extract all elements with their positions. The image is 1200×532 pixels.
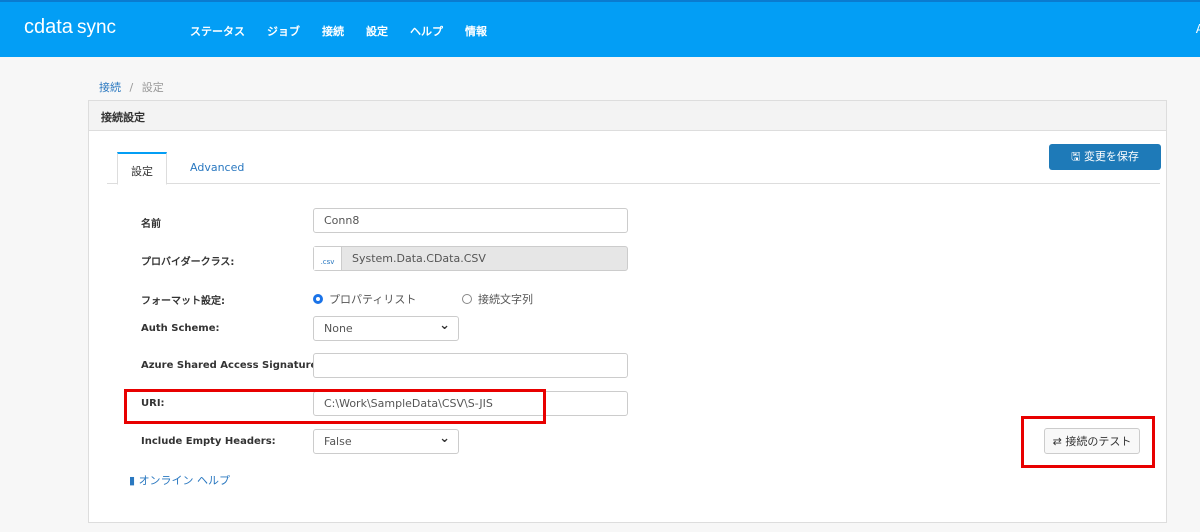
uri-highlight-box	[124, 389, 546, 424]
user-menu[interactable]: A	[1196, 22, 1200, 36]
nav-jobs[interactable]: ジョブ	[267, 23, 300, 39]
nav-info[interactable]: 情報	[465, 23, 487, 39]
nav-status[interactable]: ステータス	[190, 23, 245, 39]
empty-headers-label: Include Empty Headers:	[141, 436, 276, 447]
auth-scheme-select[interactable]: None	[313, 316, 459, 341]
radio-checked-icon	[313, 294, 323, 304]
top-navbar: cdata sync ステータス ジョブ 接続 設定 ヘルプ 情報 A	[0, 0, 1200, 57]
logo[interactable]: cdata sync	[24, 16, 116, 39]
book-icon: ▮	[129, 474, 139, 487]
panel-title: 接続設定	[89, 101, 1166, 131]
nav-settings[interactable]: 設定	[366, 23, 388, 39]
empty-headers-select[interactable]: False	[313, 429, 459, 454]
csv-icon: .csv	[314, 247, 342, 270]
online-help-link[interactable]: ▮ オンライン ヘルプ	[129, 472, 230, 488]
radio-property-list[interactable]: プロパティリスト	[313, 291, 416, 307]
nav-connections[interactable]: 接続	[322, 23, 344, 39]
name-label: 名前	[141, 219, 161, 230]
auth-label: Auth Scheme:	[141, 323, 220, 334]
tab-bar: 設定 Advanced	[107, 152, 1160, 185]
breadcrumb: 接続 / 設定	[99, 81, 164, 94]
breadcrumb-current: 設定	[141, 81, 164, 94]
save-icon: 🖫	[1071, 149, 1084, 163]
name-input[interactable]: Conn8	[313, 208, 628, 233]
tab-advanced[interactable]: Advanced	[177, 152, 257, 184]
azure-label: Azure Shared Access Signature:	[141, 360, 322, 371]
tab-settings[interactable]: 設定	[117, 152, 167, 185]
save-button[interactable]: 🖫 変更を保存	[1049, 144, 1161, 170]
provider-field: .csv System.Data.CData.CSV	[313, 246, 628, 271]
breadcrumb-connections[interactable]: 接続	[99, 81, 121, 94]
provider-label: プロバイダークラス:	[141, 257, 235, 268]
swap-arrows-icon: ⇄	[1052, 435, 1066, 448]
connection-settings-panel: 接続設定 設定 Advanced 🖫 変更を保存 名前 Conn8 プロバイダー…	[88, 100, 1167, 523]
nav-help[interactable]: ヘルプ	[410, 23, 443, 39]
azure-sas-input[interactable]	[313, 353, 628, 378]
radio-connection-string[interactable]: 接続文字列	[462, 291, 533, 307]
radio-unchecked-icon	[462, 294, 472, 304]
test-connection-button[interactable]: ⇄ 接続のテスト	[1044, 428, 1140, 454]
format-label: フォーマット設定:	[141, 296, 225, 307]
